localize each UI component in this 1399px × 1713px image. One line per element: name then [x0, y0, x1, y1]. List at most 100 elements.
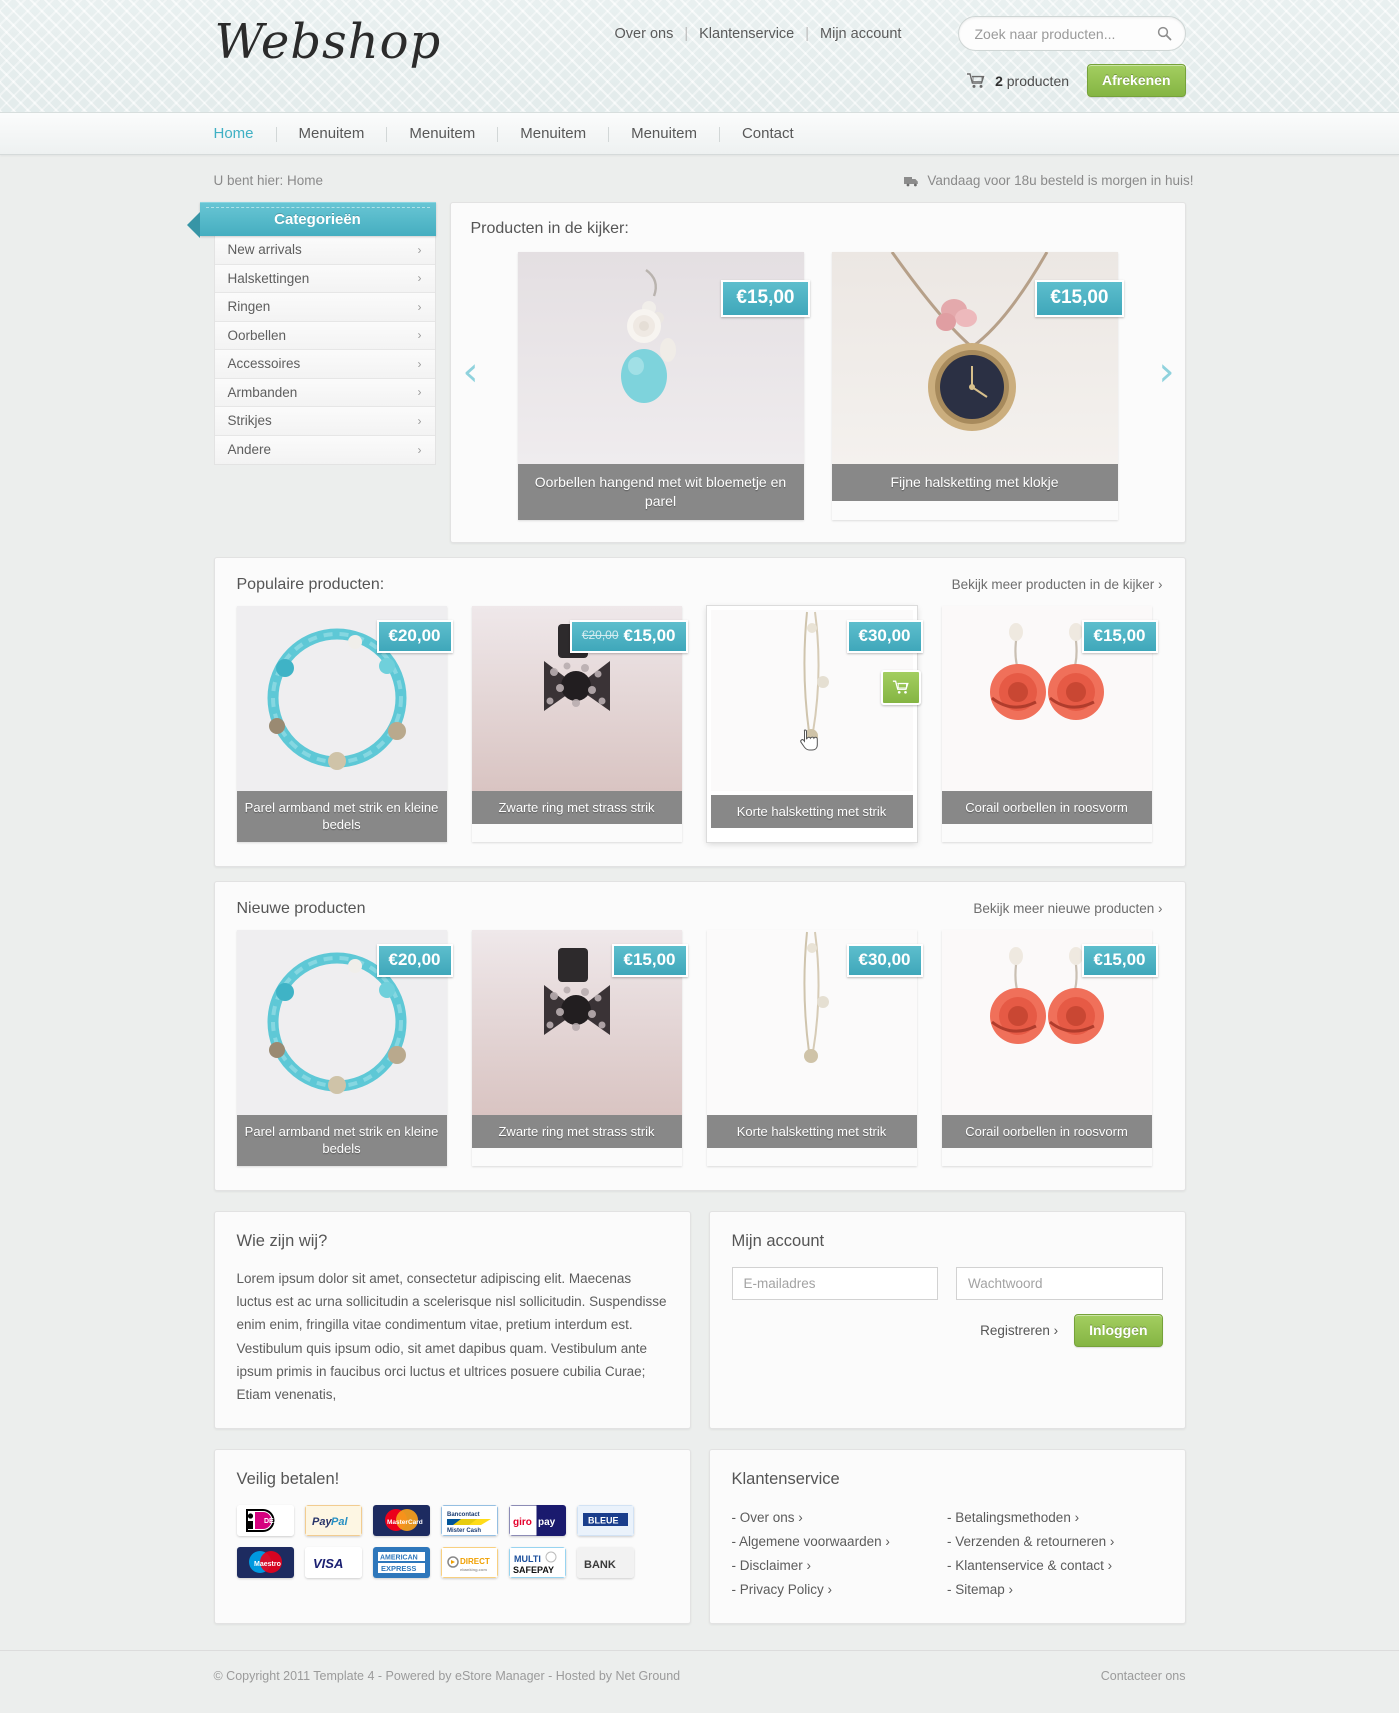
category-label: Armbanden — [227, 384, 298, 400]
spotlight-price: €15,00 — [1035, 280, 1124, 317]
svg-text:BANK: BANK — [584, 1559, 616, 1571]
category-item-accessoires[interactable]: Accessoires › — [214, 350, 435, 379]
category-item-new-arrivals[interactable]: New arrivals › — [214, 236, 435, 265]
product-price-old: €20,00 — [581, 627, 619, 642]
nav-item-menuitem-4[interactable]: Menuitem — [609, 113, 719, 155]
product-card[interactable]: €15,00 Corail oorbellen in roosvorm — [941, 929, 1158, 1166]
product-card[interactable]: €20,00 Parel armband met strik en kleine… — [236, 929, 453, 1166]
top-link-over-ons[interactable]: Over ons — [615, 26, 674, 42]
nav-item-contact[interactable]: Contact — [720, 113, 816, 155]
list-item[interactable]: - Verzenden & retourneren › — [947, 1529, 1163, 1553]
nav-item-menuitem-2[interactable]: Menuitem — [387, 113, 497, 155]
service-link-contact[interactable]: - Klantenservice & contact › — [947, 1558, 1112, 1573]
chevron-right-icon: › — [417, 385, 422, 400]
register-link[interactable]: Registreren › — [980, 1323, 1058, 1338]
service-link-verzenden[interactable]: - Verzenden & retourneren › — [947, 1534, 1114, 1549]
checkout-button[interactable]: Afrekenen — [1087, 64, 1186, 97]
category-item-strikjes[interactable]: Strikjes › — [214, 407, 435, 436]
service-link-privacy[interactable]: - Privacy Policy › — [732, 1582, 833, 1597]
spotlight-price: €15,00 — [721, 280, 810, 317]
product-price: €20,00 — [376, 943, 453, 977]
list-item[interactable]: - Privacy Policy › — [732, 1577, 948, 1601]
category-item-armbanden[interactable]: Armbanden › — [214, 378, 435, 407]
nav-item-menuitem-3[interactable]: Menuitem — [498, 113, 608, 155]
category-item-oorbellen[interactable]: Oorbellen › — [214, 321, 435, 350]
nav-item-home[interactable]: Home — [214, 113, 276, 155]
footer-contact-link[interactable]: Contacteer ons — [1101, 1669, 1186, 1683]
search-input[interactable] — [958, 17, 1137, 50]
spotlight-slide[interactable]: €15,00 Fijne halsketting met klokje — [831, 252, 1124, 520]
popular-products-more-link[interactable]: Bekijk meer producten in de kijker › — [952, 577, 1163, 592]
spotlight-next-arrow[interactable]: › — [1159, 352, 1175, 392]
svg-text:SAFEPAY: SAFEPAY — [513, 1565, 554, 1575]
main-content: U bent hier: Home Vandaag voor 18u beste… — [186, 155, 1200, 1625]
new-products-more-link[interactable]: Bekijk meer nieuwe producten › — [973, 901, 1162, 916]
service-link-voorwaarden[interactable]: - Algemene voorwaarden › — [732, 1534, 890, 1549]
categories-title: Categorieën — [186, 202, 436, 238]
popular-products-title: Populaire producten: — [236, 575, 385, 593]
login-form — [731, 1266, 1163, 1300]
list-item[interactable]: - Disclaimer › — [732, 1553, 948, 1577]
service-links: - Over ons › - Algemene voorwaarden › - … — [732, 1505, 1163, 1601]
search-box[interactable] — [957, 16, 1186, 51]
list-item[interactable]: - Algemene voorwaarden › — [732, 1529, 948, 1553]
ribbon-dash — [205, 207, 430, 208]
login-actions: Registreren › Inloggen — [732, 1313, 1163, 1347]
email-field[interactable] — [731, 1266, 938, 1300]
payment-icon-bank: BANK — [576, 1547, 634, 1579]
top-section: Categorieën New arrivals › Halskettingen ›… — [186, 202, 1200, 543]
password-field[interactable] — [956, 1266, 1163, 1300]
svg-text:Mister Cash: Mister Cash — [447, 1528, 481, 1534]
service-link-betalingsmethoden[interactable]: - Betalingsmethoden › — [947, 1510, 1079, 1525]
product-card[interactable]: €20,00 Parel armband met strik en kleine… — [236, 605, 453, 842]
product-card[interactable]: €15,00 Zwarte ring met strass strik — [471, 929, 688, 1166]
product-card[interactable]: €20,00 €15,00 Zwarte ring met strass stri… — [471, 605, 688, 842]
category-item-halskettingen[interactable]: Halskettingen › — [214, 264, 435, 293]
payment-logos: DEAL Pay Pal MasterCard Bancontact Mister … — [236, 1505, 667, 1579]
service-link-disclaimer[interactable]: - Disclaimer › — [732, 1558, 812, 1573]
category-item-andere[interactable]: Andere › — [214, 435, 435, 464]
product-card[interactable]: €15,00 Corail oorbellen in roosvorm — [941, 605, 1158, 842]
product-card[interactable]: €30,00 Korte halsketting met strik — [706, 605, 923, 842]
spotlight-slide[interactable]: €15,00 Oorbellen hangend met wit bloemet… — [517, 252, 810, 520]
product-price: €15,00 — [611, 943, 688, 977]
product-price: €30,00 — [846, 619, 923, 653]
payment-icon-giropay: giro pay — [508, 1505, 566, 1537]
login-button[interactable]: Inloggen — [1074, 1313, 1163, 1347]
breadcrumb-row: U bent hier: Home Vandaag voor 18u beste… — [200, 163, 1200, 202]
search-icon[interactable] — [1157, 26, 1172, 41]
payment-icon-mastercard: MasterCard — [372, 1505, 430, 1537]
svg-text:BLEUE: BLEUE — [588, 1516, 619, 1526]
shipping-notice: Vandaag voor 18u besteld is morgen in hu… — [904, 173, 1194, 188]
payment-icon-bleue: BLEUE — [576, 1505, 634, 1537]
chevron-right-icon: › — [417, 356, 422, 371]
about-panel: Wie zijn wij? Lorem ipsum dolor sit amet… — [213, 1210, 691, 1430]
list-item[interactable]: - Betalingsmethoden › — [947, 1505, 1163, 1529]
site-logo[interactable]: Webshop — [215, 14, 442, 70]
spotlight-prev-arrow[interactable]: ‹ — [463, 352, 479, 392]
top-link-mijn-account[interactable]: Mijn account — [820, 26, 901, 42]
list-item[interactable]: - Klantenservice & contact › — [947, 1553, 1163, 1577]
top-link-klantenservice[interactable]: Klantenservice — [699, 26, 794, 42]
list-item[interactable]: - Sitemap › — [947, 1577, 1163, 1601]
svg-text:MULTI: MULTI — [514, 1554, 541, 1564]
spotlight-product-name: Fijne halsketting met klokje — [831, 464, 1118, 501]
payments-service-row: Veilig betalen! DEAL Pay Pal MasterCard B… — [213, 1449, 1186, 1625]
product-price: €15,00 — [1081, 943, 1158, 977]
service-links-right: - Betalingsmethoden › - Verzenden & reto… — [947, 1505, 1163, 1601]
product-card[interactable]: €30,00 Korte halsketting met strik — [706, 929, 923, 1166]
payment-icon-amex: AMERICAN EXPRESS — [372, 1547, 430, 1579]
webshop-page: Webshop Over ons | Klantenservice | Mijn acc… — [0, 0, 1399, 1713]
new-products-grid: €20,00 Parel armband met strik en kleine… — [236, 929, 1163, 1166]
service-link-over-ons[interactable]: - Over ons › — [732, 1510, 803, 1525]
list-item[interactable]: - Over ons › — [732, 1505, 948, 1529]
popular-products-grid: €20,00 Parel armband met strik en kleine… — [236, 605, 1163, 842]
shipping-notice-text: Vandaag voor 18u besteld is morgen in hu… — [927, 173, 1194, 188]
product-price-current: €15,00 — [1093, 625, 1146, 645]
nav-item-menuitem-1[interactable]: Menuitem — [277, 113, 387, 155]
service-link-sitemap[interactable]: - Sitemap › — [947, 1582, 1013, 1597]
add-to-cart-button[interactable] — [880, 669, 921, 705]
truck-icon — [904, 175, 919, 187]
category-item-ringen[interactable]: Ringen › — [214, 293, 435, 322]
svg-text:Bancontact: Bancontact — [447, 1512, 480, 1518]
